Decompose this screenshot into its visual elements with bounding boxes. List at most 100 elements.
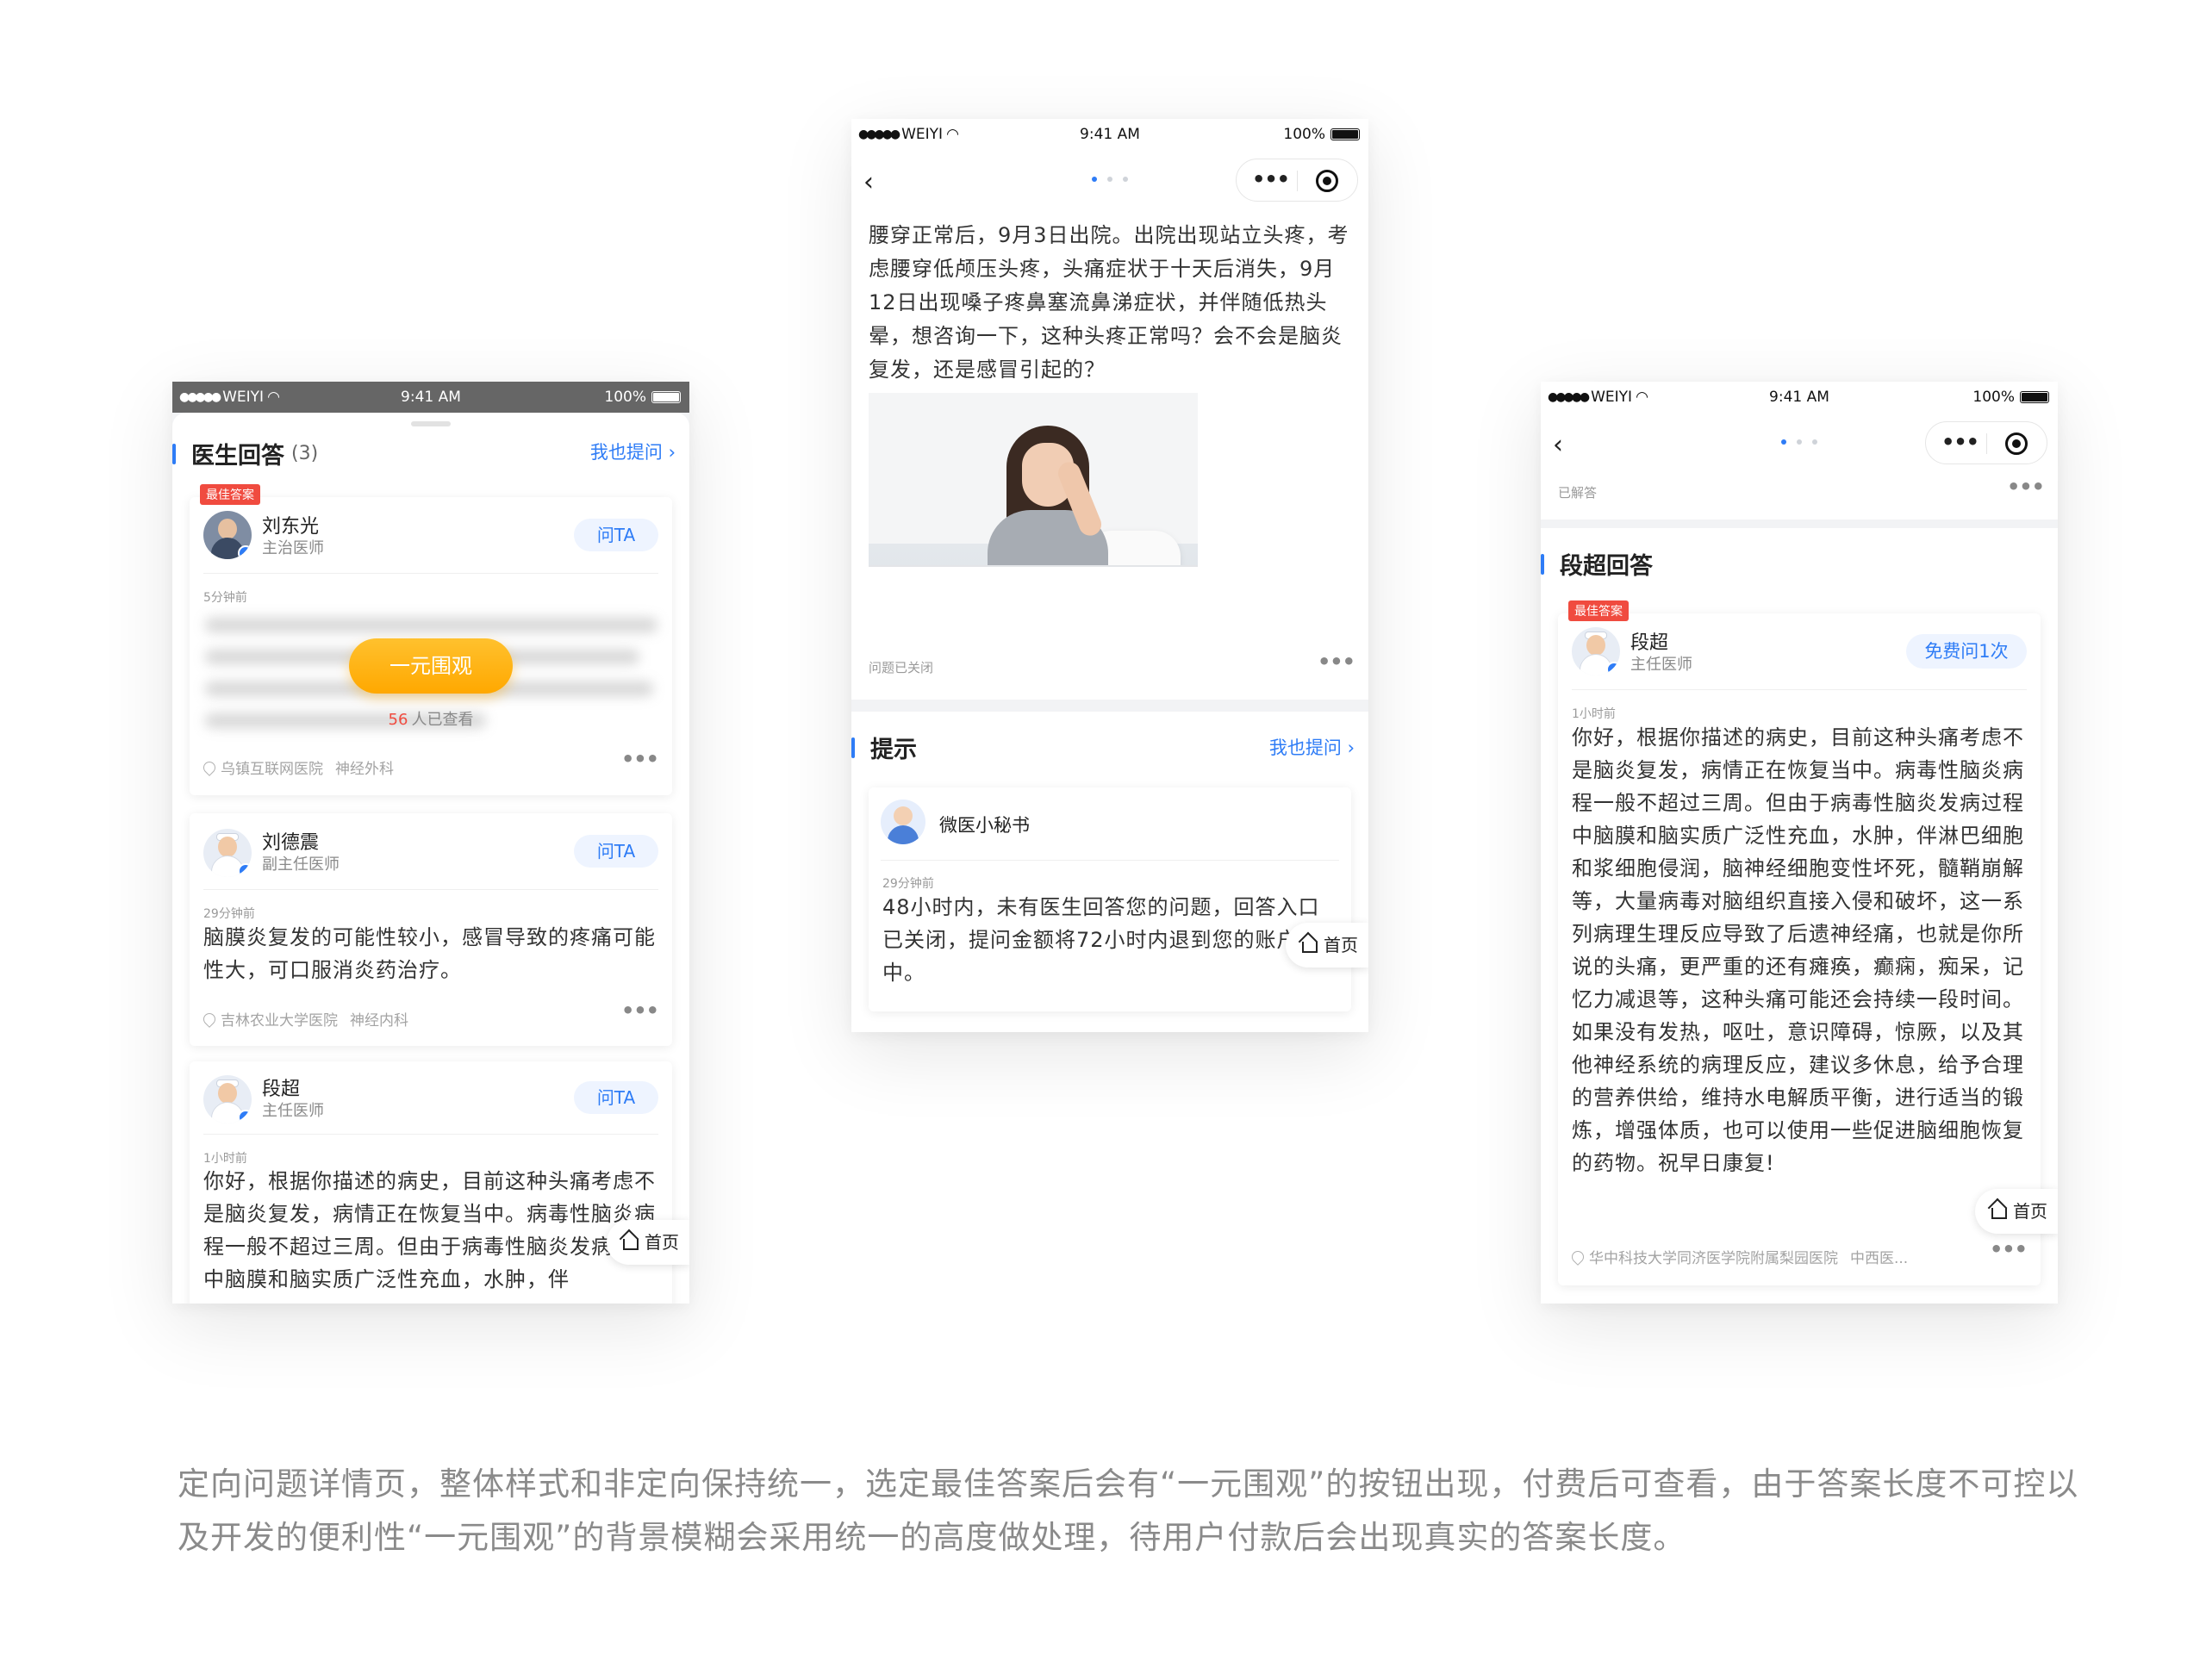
hospital-info: 华中科技大学同济医学院附属梨园医院 中西医... (1572, 1246, 1908, 1267)
home-icon (620, 1234, 639, 1250)
section-header: 医生回答 (3) (172, 437, 318, 470)
ask-doctor-button[interactable]: 问TA (574, 1081, 658, 1114)
ask-doctor-button[interactable]: 问TA (574, 519, 658, 551)
more-icon[interactable]: ••• (1318, 650, 1355, 674)
doctor-name[interactable]: 段超 (1630, 627, 1668, 655)
battery-icon (1330, 128, 1360, 140)
doctor-name[interactable]: 段超 (262, 1073, 300, 1101)
location-icon (201, 1010, 218, 1028)
section-accent-bar (851, 737, 855, 758)
battery-label: 100% (1283, 126, 1325, 143)
home-button[interactable]: 首页 (607, 1220, 689, 1265)
hospital-name: 吉林农业大学医院 (221, 1012, 338, 1030)
department-name: 神经外科 (335, 761, 394, 778)
divider (203, 573, 658, 574)
pay-to-view-button[interactable]: 一元围观 (349, 638, 513, 694)
status-bar: ●●●●● WEIYI ◠ 9:41 AM 100% (1541, 382, 2058, 413)
nav-bar: ‹ ••• (851, 150, 1368, 210)
doctor-title: 主任医师 (262, 1102, 324, 1120)
section-header: 提示 (851, 731, 917, 764)
answer-card: 刘德震 副主任医师 问TA 29分钟前 脑膜炎复发的可能性较小，感冒导致的疼痛可… (190, 813, 672, 1046)
message-time: 29分钟前 (882, 877, 934, 891)
viewers-number: 56 (388, 711, 408, 729)
close-circle-icon[interactable] (2005, 432, 2028, 455)
location-icon (1572, 1248, 1586, 1266)
ask-too-label: 我也提问 (1268, 737, 1342, 758)
viewers-count: 56 人已查看 (190, 707, 672, 730)
avatar[interactable] (1572, 627, 1620, 675)
capsule-divider (1986, 433, 1987, 454)
more-icon[interactable]: ••• (1941, 430, 1979, 454)
design-caption: 定向问题详情页，整体样式和非定向保持统一，选定最佳答案后会有“一元围观”的按钮出… (178, 1465, 2079, 1556)
verified-icon (238, 1110, 252, 1123)
hospital-name: 华中科技大学同济医学院附属梨园医院 (1589, 1250, 1838, 1267)
ask-too-link[interactable]: 我也提问 › (1269, 734, 1355, 760)
secretary-avatar (881, 800, 925, 844)
section-header: 段超回答 (1541, 547, 1653, 581)
more-icon[interactable]: ••• (1252, 167, 1290, 191)
avatar[interactable] (203, 511, 252, 559)
department-name: 神经内科 (350, 1012, 408, 1030)
answer-text: 脑膜炎复发的可能性较小，感冒导致的疼痛可能性大，可口服消炎药治疗。 (203, 925, 656, 982)
section-accent-bar (1541, 553, 1544, 575)
hospital-info: 吉林农业大学医院 神经内科 (201, 1008, 408, 1030)
answer-time: 5分钟前 (203, 591, 247, 605)
ask-too-link[interactable]: 我也提问 › (590, 439, 676, 464)
home-icon (1989, 1203, 2007, 1219)
more-icon[interactable]: ••• (621, 747, 659, 771)
solved-status: 已解答 (1558, 485, 1598, 501)
section-gap (851, 700, 1368, 712)
mini-program-capsule: ••• (1236, 159, 1358, 202)
answer-time: 1小时前 (203, 1152, 247, 1166)
ask-doctor-button[interactable]: 问TA (574, 835, 658, 868)
mini-program-capsule: ••• (1925, 421, 2047, 464)
question-footer: 已解答 ••• (1541, 473, 2058, 520)
battery-label: 100% (604, 389, 646, 406)
location-icon (201, 758, 218, 776)
doctor-title: 主治医师 (262, 539, 324, 557)
hospital-info: 乌镇互联网医院 神经外科 (201, 756, 394, 778)
phone-question-closed: ●●●●● WEIYI ◠ 9:41 AM 100% ‹ ••• 腰穿正常后，9月3… (851, 119, 1368, 1032)
answers-sheet: 医生回答 (3) 我也提问 › 最佳答案 刘东光 主治医师 问TA 5分钟前 一… (172, 413, 689, 1304)
best-answer-badge: 最佳答案 (1568, 600, 1629, 621)
home-label: 首页 (1324, 935, 1358, 955)
question-photo[interactable] (869, 393, 1198, 643)
battery-icon (651, 391, 681, 403)
back-icon[interactable]: ‹ (863, 167, 874, 197)
question-text: 腰穿正常后，9月3日出院。出院出现站立头疼，考虑腰穿低颅压头疼，头痛症状于十天后… (869, 223, 1349, 382)
drag-handle[interactable] (411, 421, 451, 426)
answer-text: 你好，根据你描述的病史，目前这种头痛考虑不是脑炎复发，病情正在恢复当中。病毒性脑… (1572, 725, 2024, 1175)
close-circle-icon[interactable] (1316, 170, 1338, 192)
answer-time: 1小时前 (1572, 707, 1616, 721)
more-icon[interactable]: ••• (1990, 1237, 2028, 1261)
divider (881, 860, 1339, 861)
avatar[interactable] (203, 829, 252, 877)
free-ask-button[interactable]: 免费问1次 (1906, 634, 2027, 669)
secretary-name: 微医小秘书 (939, 815, 1030, 836)
department-name: 中西医... (1850, 1250, 1909, 1267)
answer-count: (3) (291, 443, 319, 464)
doctor-title: 主任医师 (1630, 656, 1692, 674)
doctor-name[interactable]: 刘德震 (262, 827, 319, 855)
divider (1572, 689, 2027, 690)
section-title: 提示 (870, 737, 917, 763)
more-icon[interactable]: ••• (2007, 475, 2045, 499)
more-icon[interactable]: ••• (621, 999, 659, 1023)
answer-card-best: 段超 主任医师 免费问1次 1小时前 你好，根据你描述的病史，目前这种头痛考虑不… (1558, 613, 2041, 1285)
page-indicator (1781, 439, 1817, 445)
verified-icon (238, 863, 252, 877)
back-icon[interactable]: ‹ (1553, 430, 1563, 460)
doctor-name[interactable]: 刘东光 (262, 511, 319, 538)
tip-block: 提示 我也提问 › 微医小秘书 29分钟前 48小时内，未有医生回答您的问题，回… (851, 712, 1368, 1032)
answer-text: 你好，根据你描述的病史，目前这种头痛考虑不是脑炎复发，病情正在恢复当中。病毒性脑… (203, 1169, 656, 1291)
status-bar: ●●●●● WEIYI ◠ 9:41 AM 100% (851, 119, 1368, 150)
best-answer-block: 段超回答 最佳答案 段超 主任医师 免费问1次 1小时前 你好，根据你描述的病史… (1541, 528, 2058, 1304)
home-button[interactable]: 首页 (1975, 1189, 2058, 1234)
avatar[interactable] (203, 1075, 252, 1123)
home-button[interactable]: 首页 (1286, 923, 1368, 968)
status-bar: ●●●●● WEIYI ◠ 9:41 AM 100% (172, 382, 689, 413)
nav-bar: ‹ ••• (1541, 413, 2058, 473)
viewers-text: 人已查看 (411, 711, 474, 729)
page-indicator (1092, 177, 1128, 182)
divider (203, 889, 658, 890)
